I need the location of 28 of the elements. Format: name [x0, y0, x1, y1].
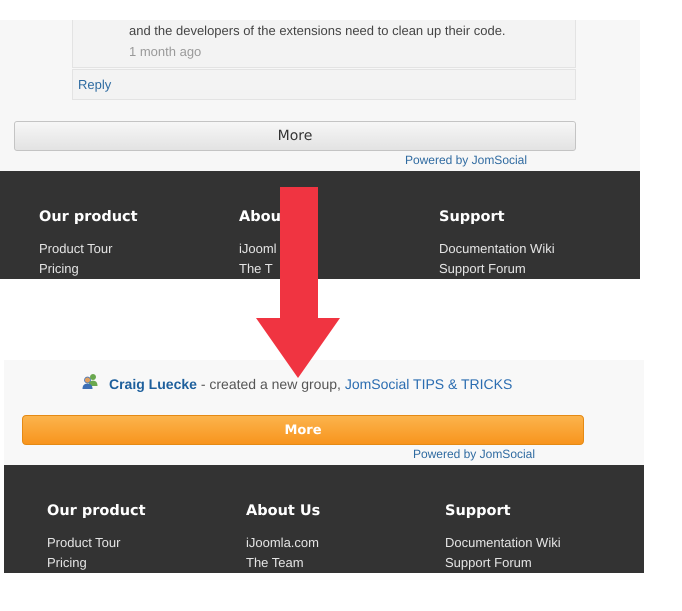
footer-link[interactable]: Product Tour — [47, 533, 120, 553]
footer-link[interactable]: iJooml — [239, 239, 277, 259]
footer-link[interactable]: The T — [239, 259, 273, 279]
footer-link[interactable]: Pricing — [39, 259, 79, 279]
footer-link[interactable]: The Team — [246, 553, 304, 573]
footer-link[interactable]: Support Forum — [439, 259, 526, 279]
footer-heading: Support — [439, 208, 505, 227]
powered-by-link[interactable]: Powered by JomSocial — [412, 447, 535, 461]
footer-heading: About Us — [246, 502, 320, 521]
powered-by-link[interactable]: Powered by JomSocial — [404, 153, 527, 167]
group-link[interactable]: JomSocial TIPS & TRICKS — [344, 376, 512, 392]
comment-text: and the developers of the extensions need to clean up their code. — [129, 22, 507, 39]
user-link[interactable]: Craig Luecke — [109, 376, 197, 392]
footer-link[interactable]: Documentation Wiki — [445, 533, 561, 553]
footer-heading: Abou — [239, 208, 281, 227]
footer-link[interactable]: Pricing — [47, 553, 87, 573]
footer-heading: Our product — [39, 208, 138, 227]
reply-link[interactable]: Reply — [78, 77, 112, 92]
footer-heading: Our product — [47, 502, 146, 521]
footer-heading: Support — [445, 502, 511, 521]
activity-text: Craig Luecke - created a new group, JomSocial TIPS & TRICKS — [109, 376, 512, 393]
footer-link[interactable]: Support Forum — [445, 553, 532, 573]
footer-link[interactable]: Documentation Wiki — [439, 239, 555, 259]
comment-time: 1 month ago — [129, 44, 202, 60]
footer-link[interactable]: iJoomla.com — [246, 533, 319, 553]
people-icon — [82, 372, 98, 388]
footer-link[interactable]: Product Tour — [39, 239, 112, 259]
more-button[interactable]: More — [14, 121, 576, 151]
